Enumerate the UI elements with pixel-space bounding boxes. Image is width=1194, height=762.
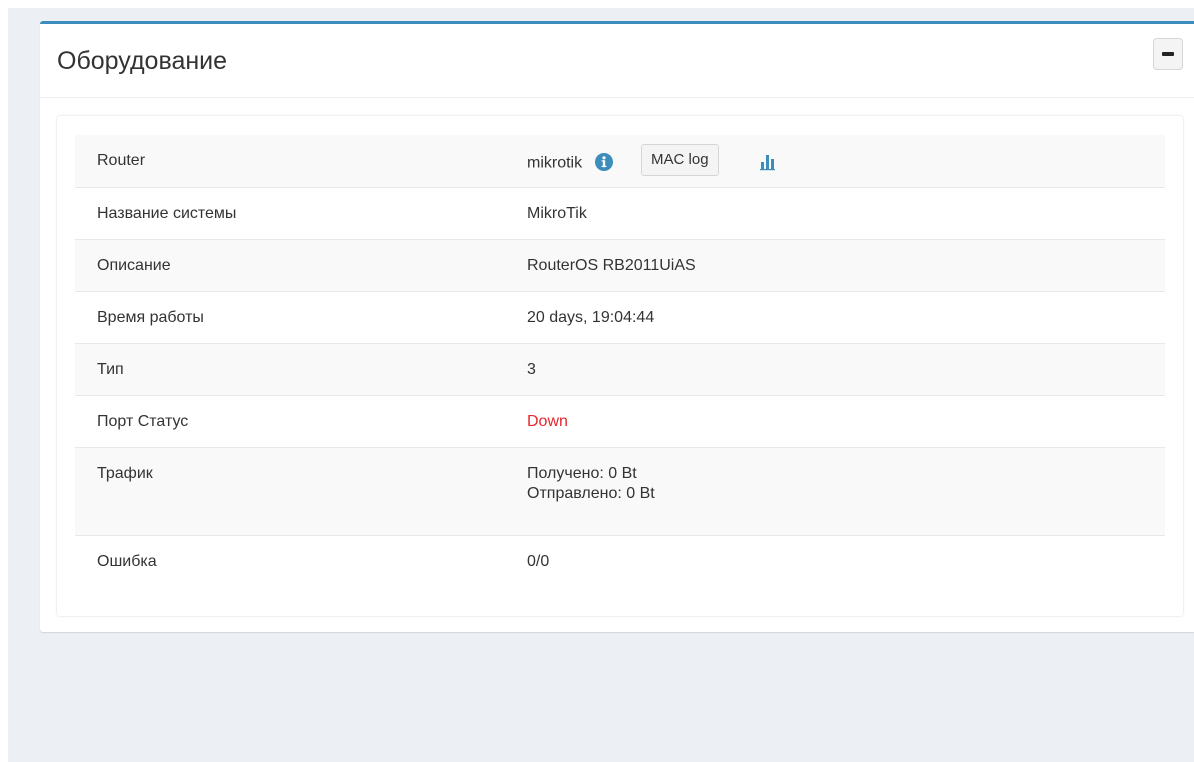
panel-header: Оборудование	[40, 24, 1194, 98]
mac-log-button[interactable]: MAC log	[641, 144, 719, 176]
row-value: Получено: 0 Bt Отправлено: 0 Bt	[505, 446, 1165, 535]
minus-icon	[1162, 52, 1174, 56]
info-circle-icon[interactable]	[594, 152, 613, 171]
bar-chart-icon[interactable]	[759, 153, 777, 171]
equipment-table: Router mikrotik MAC log Название системы…	[75, 135, 1165, 587]
row-label: Название системы	[75, 186, 505, 239]
router-name: mikrotik	[527, 154, 583, 172]
row-label: Порт Статус	[75, 394, 505, 447]
table-row-description: Описание RouterOS RB2011UiAS	[75, 238, 1165, 291]
row-value: 0/0	[505, 534, 1165, 587]
table-row-uptime: Время работы 20 days, 19:04:44	[75, 290, 1165, 343]
row-label: Тип	[75, 342, 505, 395]
row-label: Описание	[75, 238, 505, 291]
row-label: Время работы	[75, 290, 505, 343]
row-label: Router	[75, 135, 505, 187]
panel-title: Оборудование	[57, 47, 228, 75]
status-badge: Down	[505, 394, 1165, 447]
row-label: Трафик	[75, 446, 505, 535]
row-label: Ошибка	[75, 534, 505, 587]
row-value: 20 days, 19:04:44	[505, 290, 1165, 343]
traffic-sent: Отправлено: 0 Bt	[527, 484, 655, 502]
equipment-panel: Оборудование Router mikrotik MAC log Наз…	[40, 21, 1194, 632]
table-row-type: Тип 3	[75, 342, 1165, 395]
row-value: MikroTik	[505, 186, 1165, 239]
traffic-received: Получено: 0 Bt	[527, 464, 637, 482]
row-value: 3	[505, 342, 1165, 395]
table-row-error: Ошибка 0/0	[75, 534, 1165, 587]
table-row-system-name: Название системы MikroTik	[75, 186, 1165, 239]
table-row-traffic: Трафик Получено: 0 Bt Отправлено: 0 Bt	[75, 446, 1165, 535]
row-value: mikrotik MAC log	[505, 135, 1165, 187]
row-value: RouterOS RB2011UiAS	[505, 238, 1165, 291]
equipment-details-card: Router mikrotik MAC log Название системы…	[57, 116, 1183, 616]
collapse-button[interactable]	[1153, 38, 1183, 70]
table-row-port-status: Порт Статус Down	[75, 394, 1165, 447]
table-row-router: Router mikrotik MAC log	[75, 135, 1165, 187]
